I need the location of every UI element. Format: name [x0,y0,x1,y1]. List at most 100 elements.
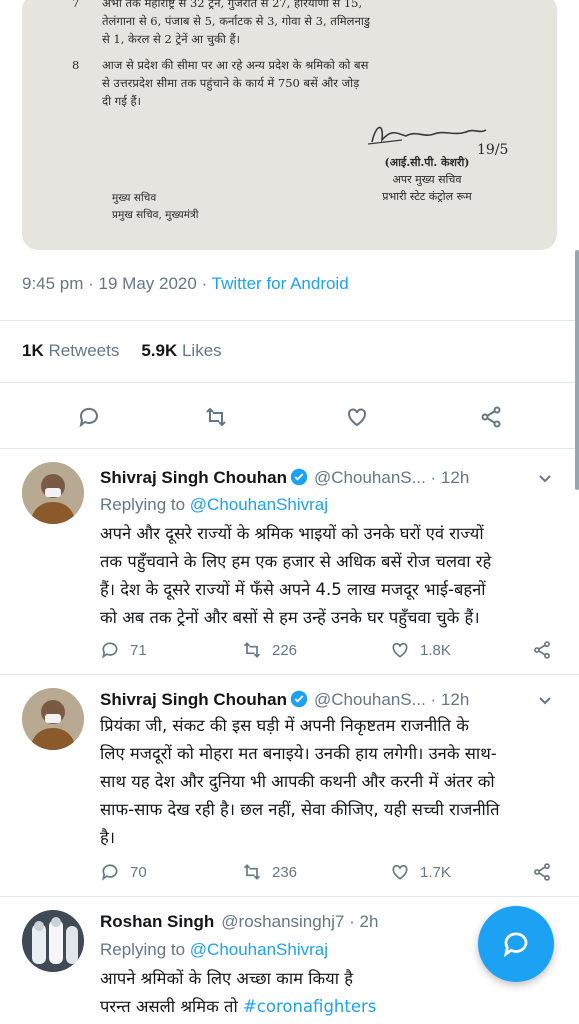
reply-text-line: परन्त असली श्रमिक तो #coronafighters [100,993,560,1021]
doc-row-number: 7 [72,0,80,10]
tweet-source-link[interactable]: Twitter for Android [212,274,349,293]
like-button[interactable] [344,404,370,430]
reply-text-line: साफ-साफ देख रही है। छल नहीं, सेवा कीजिए,… [100,800,500,819]
reply-text-line: लिए मजदूरों को मोहरा मत बनाइये। उनकी हाय… [100,744,497,763]
author-name[interactable]: Shivraj Singh Chouhan [100,690,287,709]
divider [0,382,579,383]
reply-actions: 70 236 1.7K [100,860,560,884]
reply-text-line: है। [100,828,116,847]
likes-label: Likes [177,341,222,360]
tweet-time: 9:45 pm [22,274,84,293]
avatar-image-icon [22,462,84,524]
share-icon [534,863,550,881]
reply-retweet-button[interactable]: 236 [242,860,297,884]
doc-line: दी गई हैं। [102,94,141,108]
reply-comment-button[interactable]: 71 [100,638,147,662]
tweet-image-document[interactable]: 7 अभी तक महाराष्ट्र से 32 ट्रेन, गुजरात … [22,0,557,250]
reply-like-button[interactable]: 1.8K [390,638,451,662]
reply-header: Roshan Singh @roshansinghj7 · 2h [100,912,378,932]
signatory-role: प्रभारी स्टेट कंट्रोल रूम [382,190,472,203]
reply-header: Shivraj Singh Chouhan @ChouhanS... · 12h [100,690,469,710]
more-options-button[interactable] [537,470,557,490]
signatory-designation: अपर मुख्य सचिव [392,173,462,186]
likes-stat[interactable]: 5.9K Likes [141,341,221,360]
reply-share-button[interactable] [532,860,562,884]
author-name[interactable]: Roshan Singh [100,912,214,931]
author-name[interactable]: Shivraj Singh Chouhan [100,468,287,487]
compose-reply-button[interactable] [478,906,554,982]
reply-button[interactable] [76,404,102,430]
avatar[interactable] [22,688,84,750]
reply-text: अपने और दूसरे राज्यों के श्रमिक भाइयों क… [100,520,560,632]
scrollbar[interactable] [575,250,579,490]
replying-to-handle[interactable]: @ChouhanShivraj [190,940,328,959]
heart-icon [392,642,408,658]
comment-icon [79,407,98,428]
retweet-icon [206,407,226,427]
comment-count: 70 [130,863,147,881]
retweets-label: Retweets [43,341,120,360]
share-button[interactable] [478,404,504,430]
replying-to: Replying to @ChouhanShivraj [100,495,328,515]
signatory-name: (आई.सी.पी. केशरी) [384,156,470,169]
like-count: 1.8K [420,641,451,659]
doc-line: आज से प्रदेश की सीमा पर आ रहे अन्य प्रदे… [102,58,369,72]
avatar-image-icon [22,910,84,972]
tweet-date: 19 May 2020 [98,274,197,293]
retweets-stat[interactable]: 1K Retweets [22,341,119,360]
reply-text-line: साथ यह देश और दुनिया भी आपकी कथनी और करन… [100,772,495,791]
author-handle[interactable]: @ChouhanS... [314,690,426,709]
avatar[interactable] [22,462,84,524]
doc-footer-line: प्रमुख सचिव, मुख्यमंत्री [112,209,199,221]
share-icon [534,641,550,659]
replying-to-handle[interactable]: @ChouhanShivraj [190,495,328,514]
retweets-count: 1K [22,341,44,360]
reply-header: Shivraj Singh Chouhan @ChouhanS... · 12h [100,468,469,488]
doc-line: अभी तक महाराष्ट्र से 32 ट्रेन, गुजरात से… [102,0,363,10]
reply-share-button[interactable] [532,638,562,662]
reply-retweet-button[interactable]: 226 [242,638,297,662]
replying-prefix: Replying to [100,495,190,514]
reply-text-fragment: परन्त असली श्रमिक तो [100,997,243,1016]
reply-tweet[interactable]: Shivraj Singh Chouhan @ChouhanS... · 12h … [0,462,579,682]
author-handle[interactable]: @ChouhanS... [314,468,426,487]
comment-icon [102,642,118,659]
retweet-button[interactable] [203,404,229,430]
reply-like-button[interactable]: 1.7K [390,860,451,884]
reply-time: · 12h [425,690,470,709]
reply-actions: 71 226 1.8K [100,638,560,662]
retweet-icon [243,864,261,880]
comment-count: 71 [130,641,147,659]
reply-text: प्रियंका जी, संकट की इस घड़ी में अपनी नि… [100,712,560,852]
reply-text-line: हैं। देश के दूसरे राज्यों में फँसे अपने … [100,580,486,599]
retweet-count: 226 [272,641,298,659]
doc-row-number: 8 [72,58,80,72]
verified-badge-icon [290,468,308,486]
author-handle[interactable]: @roshansinghj7 [221,912,344,931]
likes-count: 5.9K [141,341,178,360]
tweet-timestamp: 9:45 pm · 19 May 2020 · Twitter for Andr… [22,274,349,294]
more-options-button[interactable] [537,692,557,712]
meta-separator: · [196,274,212,293]
avatar-image-icon [22,688,84,750]
avatar[interactable] [22,910,84,972]
doc-row-8: 8 आज से प्रदेश की सीमा पर आ रहे अन्य प्र… [72,56,369,110]
reply-text-line: अपने और दूसरे राज्यों के श्रमिक भाइयों क… [100,524,484,543]
reply-tweet[interactable]: Shivraj Singh Chouhan @ChouhanS... · 12h … [0,688,579,888]
doc-line: से 1, केरल से 2 ट्रेनें आ चुकी हैं। [102,32,240,46]
divider [0,896,579,897]
hashtag-link[interactable]: #coronafighters [243,997,376,1016]
reply-text-line: तक पहुँचवाने के लिए हम एक हजार से अधिक ब… [100,552,492,571]
reply-text-line: को अब तक ट्रेनों और बसों से हम उन्हें उन… [100,608,480,627]
heart-icon [348,408,366,427]
meta-separator: · [83,274,99,293]
retweet-icon [243,642,261,658]
reply-comment-button[interactable]: 70 [100,860,147,884]
divider [0,320,579,321]
replying-prefix: Replying to [100,940,190,959]
doc-line: तेलंगाना से 6, पंजाब से 5, कर्नाटक से 3,… [102,14,370,28]
replying-to: Replying to @ChouhanShivraj [100,940,328,960]
reply-text-line: प्रियंका जी, संकट की इस घड़ी में अपनी नि… [100,716,469,735]
divider [0,448,579,449]
retweet-count: 236 [272,863,298,881]
